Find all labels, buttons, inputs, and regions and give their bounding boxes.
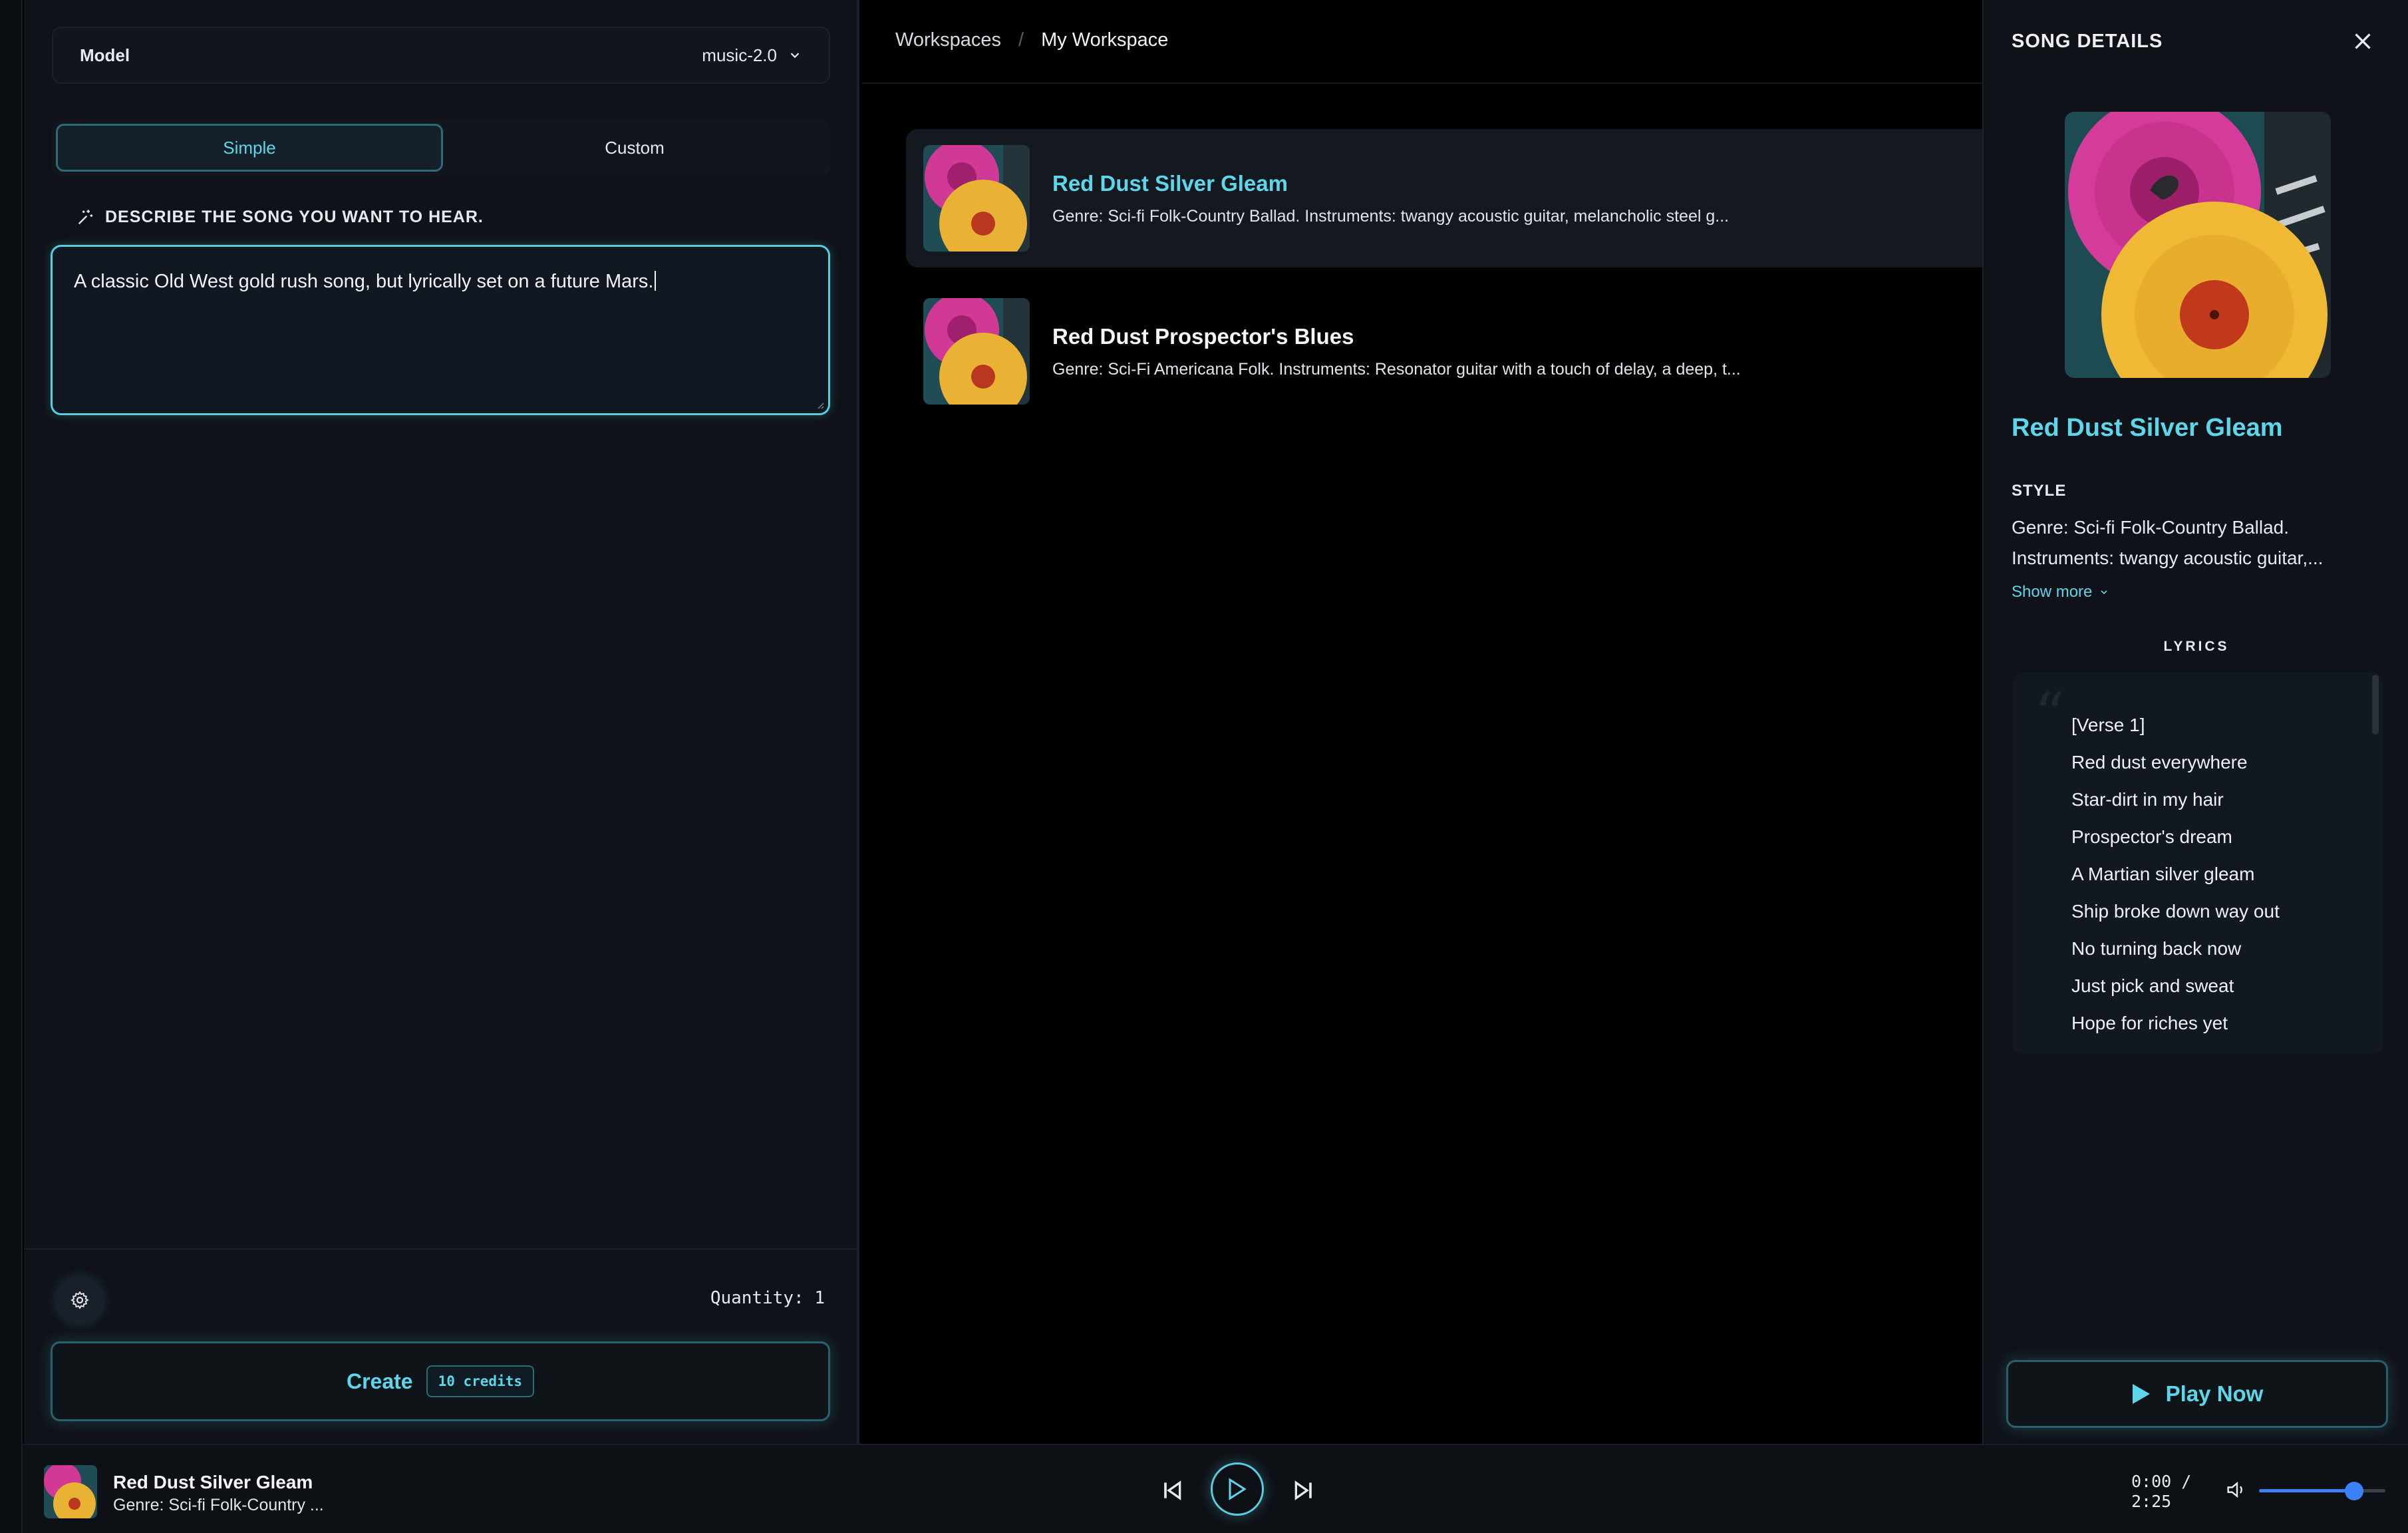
song-cover-thumbnail <box>923 145 1030 252</box>
skip-back-icon[interactable] <box>1159 1477 1185 1504</box>
play-icon <box>1229 1478 1247 1500</box>
song-cover-thumbnail <box>923 298 1030 405</box>
now-playing-subtitle: Genre: Sci-fi Folk-Country ... <box>113 1496 324 1514</box>
song-description: Genre: Sci-Fi Americana Folk. Instrument… <box>1052 359 1741 379</box>
lyric-line: Prospector's dream <box>2071 826 2232 847</box>
song-title: Red Dust Silver Gleam <box>1052 170 1288 196</box>
lyric-line: Star-dirt in my hair <box>2071 789 2224 810</box>
chevron-down-icon <box>790 53 800 59</box>
model-dropdown[interactable]: music-2.0 <box>702 45 802 66</box>
song-description: Genre: Sci-fi Folk-Country Ballad. Instr… <box>1052 206 1730 226</box>
gear-icon <box>71 1291 89 1309</box>
describe-label: DESCRIBE THE SONG YOU WANT TO HEAR. <box>76 208 484 227</box>
style-heading: STYLE <box>2012 482 2067 500</box>
credits-badge: 10 credits <box>426 1365 535 1397</box>
divider <box>862 83 1982 84</box>
song-list-item[interactable]: Red Dust Silver Gleam Genre: Sci-fi Folk… <box>906 129 1984 267</box>
lyrics-heading: LYRICS <box>2163 639 2230 654</box>
playback-time: 0:00 / 2:25 <box>2131 1472 2191 1512</box>
song-description-input[interactable]: A classic Old West gold rush song, but l… <box>51 245 830 415</box>
lyric-line: Ship broke down way out <box>2071 901 2280 922</box>
create-panel: Model music-2.0 Simple Custom DESCRIBE T… <box>24 0 859 1444</box>
model-selector-row: Model music-2.0 <box>52 27 830 84</box>
song-cover-art <box>2065 112 2331 378</box>
show-more-link[interactable]: Show more <box>2012 583 2109 601</box>
breadcrumb: Workspaces / My Workspace <box>895 29 1168 51</box>
style-line: Instruments: twangy acoustic guitar,... <box>2012 548 2324 568</box>
settings-button[interactable] <box>56 1276 104 1324</box>
skip-forward-icon[interactable] <box>1290 1477 1317 1504</box>
lyric-line: Just pick and sweat <box>2071 975 2234 996</box>
text-caret <box>655 271 657 291</box>
song-description-value: A classic Old West gold rush song, but l… <box>74 271 654 292</box>
tab-custom[interactable]: Custom <box>443 124 826 172</box>
now-playing-title: Red Dust Silver Gleam <box>113 1472 313 1492</box>
create-button[interactable]: Create 10 credits <box>51 1341 830 1421</box>
player-bar: Red Dust Silver Gleam Genre: Sci-fi Folk… <box>23 1444 2408 1533</box>
lyric-line: A Martian silver gleam <box>2071 864 2255 884</box>
total-time: 2:25 <box>2131 1492 2172 1511</box>
lyric-line: Red dust everywhere <box>2071 752 2248 772</box>
create-label: Create <box>346 1369 413 1393</box>
song-details-panel: SONG DETAILS Red Dust Silver Gleam STYLE… <box>1982 0 2408 1444</box>
chevron-down-icon <box>2101 590 2107 595</box>
volume-icon[interactable] <box>2226 1480 2248 1500</box>
lyrics-scrollbar[interactable] <box>2372 675 2379 735</box>
style-text: Genre: Sci-fi Folk-Country Ballad. Instr… <box>2012 512 2384 574</box>
model-label: Model <box>80 45 130 65</box>
show-more-label: Show more <box>2012 583 2093 601</box>
breadcrumb-workspaces[interactable]: Workspaces <box>895 29 1001 51</box>
lyrics-box: “ [Verse 1] Red dust everywhere Star-dir… <box>2013 672 2383 1054</box>
describe-label-text: DESCRIBE THE SONG YOU WANT TO HEAR. <box>105 208 484 226</box>
play-now-label: Play Now <box>2165 1381 2264 1406</box>
song-title: Red Dust Silver Gleam <box>2012 414 2283 442</box>
song-list-item[interactable]: Red Dust Prospector's Blues Genre: Sci-F… <box>906 282 1984 421</box>
panel-title: SONG DETAILS <box>2012 31 2163 52</box>
lyric-line: Hope for riches yet <box>2071 1013 2228 1033</box>
resize-grip-icon[interactable] <box>815 400 824 409</box>
quote-mark-icon: “ <box>2034 680 2065 750</box>
mode-tabs: Simple Custom <box>52 120 830 176</box>
play-icon <box>2132 1384 2150 1404</box>
lyrics-list: [Verse 1] Red dust everywhere Star-dirt … <box>2071 707 2280 1042</box>
breadcrumb-separator: / <box>1018 29 1024 51</box>
quantity-selector[interactable]: Quantity: 1 <box>710 1288 825 1308</box>
current-time: 0:00 / <box>2131 1472 2192 1491</box>
volume-knob[interactable] <box>2344 1482 2363 1500</box>
left-edge-strip <box>0 0 23 1533</box>
lyric-line: [Verse 1] <box>2071 715 2145 735</box>
model-dropdown-value: music-2.0 <box>702 45 777 65</box>
divider <box>24 1248 859 1250</box>
style-line: Genre: Sci-fi Folk-Country Ballad. <box>2012 517 2290 538</box>
close-icon[interactable] <box>2351 29 2375 53</box>
play-now-button[interactable]: Play Now <box>2006 1360 2388 1428</box>
play-button[interactable] <box>1211 1462 1264 1516</box>
volume-slider[interactable] <box>2259 1482 2385 1500</box>
now-playing-cover <box>44 1465 97 1518</box>
volume-fill <box>2259 1489 2354 1492</box>
tab-simple[interactable]: Simple <box>56 124 443 172</box>
song-title: Red Dust Prospector's Blues <box>1052 323 1354 349</box>
breadcrumb-my-workspace[interactable]: My Workspace <box>1041 29 1168 51</box>
lyric-line: No turning back now <box>2071 938 2242 959</box>
sparkle-wand-icon <box>78 209 93 224</box>
